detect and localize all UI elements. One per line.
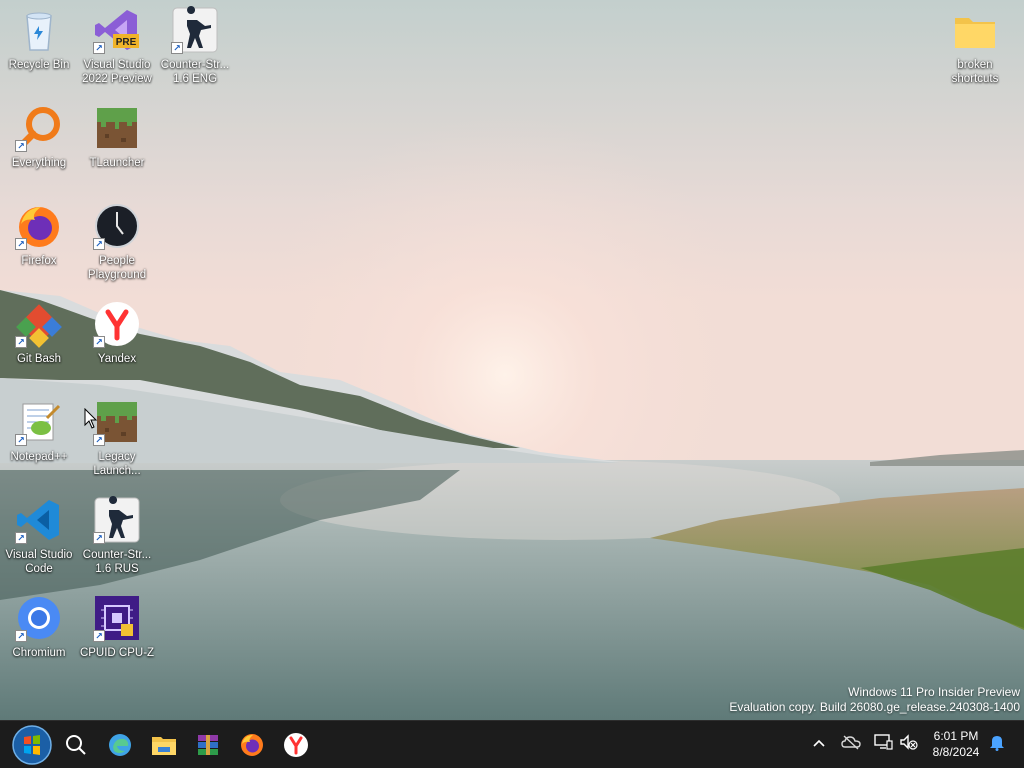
edge-browser-icon: [107, 732, 133, 758]
taskbar: 6:01 PM 8/8/2024: [0, 720, 1024, 768]
taskbar-clock[interactable]: 6:01 PM 8/8/2024: [922, 728, 990, 760]
icon-label: Firefox: [21, 255, 57, 267]
clock-date: 8/8/2024: [932, 745, 980, 759]
watermark-edition: Windows 11 Pro Insider Preview: [848, 685, 1020, 699]
search-icon: [64, 733, 88, 757]
icon-label: Yandex: [97, 353, 137, 365]
yandex-browser-icon: [283, 732, 309, 758]
desktop-icon-firefox[interactable]: ↗ Firefox: [0, 198, 78, 294]
desktop-icon-visual-studio-2022-preview[interactable]: PRE ↗ Visual Studio 2022 Preview: [78, 2, 156, 98]
desktop-icon-everything[interactable]: ↗ Everything: [0, 100, 78, 196]
winrar-icon: [196, 733, 220, 757]
notepad-plus-plus-icon: ↗: [15, 398, 63, 446]
icon-label: Visual Studio Code: [5, 549, 73, 575]
icon-label: Everything: [11, 157, 67, 169]
desktop-icon-people-playground[interactable]: ↗ People Playground: [78, 198, 156, 294]
firefox-icon: [239, 732, 265, 758]
shortcut-arrow-icon: ↗: [93, 336, 105, 348]
volume-tray-button[interactable]: [898, 733, 920, 755]
counter-strike-icon: ↗: [171, 6, 219, 54]
onedrive-tray-button[interactable]: [840, 733, 862, 755]
shortcut-arrow-icon: ↗: [171, 42, 183, 54]
git-bash-icon: ↗: [15, 300, 63, 348]
shortcut-arrow-icon: ↗: [15, 140, 27, 152]
network-icon: [873, 733, 893, 756]
desktop-icon-notepad-plus-plus[interactable]: ↗ Notepad++: [0, 394, 78, 490]
yandex-browser-icon: ↗: [93, 300, 141, 348]
taskbar-yandex-button[interactable]: [276, 725, 316, 765]
desktop-icon-cpu-z[interactable]: ↗ CPUID CPU-Z: [78, 590, 156, 686]
svg-text:PRE: PRE: [116, 37, 137, 48]
notification-center-button[interactable]: [986, 733, 1008, 755]
start-button[interactable]: [12, 725, 52, 765]
taskbar-winrar-button[interactable]: [188, 725, 228, 765]
shortcut-arrow-icon: ↗: [93, 238, 105, 250]
people-playground-icon: ↗: [93, 202, 141, 250]
volume-muted-icon: [899, 733, 919, 756]
shortcut-arrow-icon: ↗: [93, 532, 105, 544]
counter-strike-icon: ↗: [93, 496, 141, 544]
icon-label: Git Bash: [16, 353, 62, 365]
onedrive-offline-icon: [841, 734, 861, 755]
show-hidden-icons-button[interactable]: [808, 733, 830, 755]
icon-label: Counter-Str... 1.6 RUS: [82, 549, 152, 575]
taskbar-search-button[interactable]: [56, 725, 96, 765]
desktop-icon-counter-strike-eng[interactable]: ↗ Counter-Str... 1.6 ENG: [156, 2, 234, 98]
file-explorer-icon: [151, 733, 177, 757]
chevron-up-icon: [812, 735, 826, 753]
folder-icon: [951, 6, 999, 54]
icon-label: Legacy Launch...: [93, 451, 141, 477]
vscode-icon: ↗: [15, 496, 63, 544]
visual-studio-preview-icon: PRE ↗: [93, 6, 141, 54]
chromium-icon: ↗: [15, 594, 63, 642]
shortcut-arrow-icon: ↗: [15, 630, 27, 642]
desktop-icon-broken-shortcuts-folder[interactable]: broken shortcuts: [936, 2, 1014, 98]
shortcut-arrow-icon: ↗: [15, 532, 27, 544]
shortcut-arrow-icon: ↗: [93, 434, 105, 446]
network-tray-button[interactable]: [872, 733, 894, 755]
icon-label: Recycle Bin: [8, 59, 70, 71]
mouse-cursor-icon: [84, 407, 98, 435]
notification-bell-icon: [989, 733, 1005, 756]
minecraft-grass-block-icon: [93, 104, 141, 152]
icon-label: Visual Studio 2022 Preview: [82, 59, 152, 85]
desktop-icon-vscode[interactable]: ↗ Visual Studio Code: [0, 492, 78, 588]
windows-7-start-orb-icon: [12, 725, 52, 765]
taskbar-firefox-button[interactable]: [232, 725, 272, 765]
watermark-build: Evaluation copy. Build 26080.ge_release.…: [729, 700, 1020, 714]
clock-time: 6:01 PM: [933, 729, 979, 743]
minecraft-grass-block-icon: ↗: [93, 398, 141, 446]
desktop-icon-git-bash[interactable]: ↗ Git Bash: [0, 296, 78, 392]
shortcut-arrow-icon: ↗: [93, 630, 105, 642]
everything-search-icon: ↗: [15, 104, 63, 152]
shortcut-arrow-icon: ↗: [15, 238, 27, 250]
desktop-icon-tlauncher[interactable]: TLauncher: [78, 100, 156, 196]
icon-label: TLauncher: [89, 157, 145, 169]
icon-label: Counter-Str... 1.6 ENG: [160, 59, 230, 85]
shortcut-arrow-icon: ↗: [15, 434, 27, 446]
icon-label: broken shortcuts: [951, 59, 999, 85]
icon-label: Chromium: [12, 647, 66, 659]
desktop-icon-counter-strike-rus[interactable]: ↗ Counter-Str... 1.6 RUS: [78, 492, 156, 588]
taskbar-edge-button[interactable]: [100, 725, 140, 765]
desktop-icon-recycle-bin[interactable]: Recycle Bin: [0, 2, 78, 98]
windows-watermark: Windows 11 Pro Insider Preview Evaluatio…: [729, 685, 1020, 715]
desktop-icon-chromium[interactable]: ↗ Chromium: [0, 590, 78, 686]
shortcut-arrow-icon: ↗: [15, 336, 27, 348]
firefox-icon: ↗: [15, 202, 63, 250]
cpu-z-icon: ↗: [93, 594, 141, 642]
desktop-icon-yandex[interactable]: ↗ Yandex: [78, 296, 156, 392]
icon-label: Notepad++: [10, 451, 68, 463]
icon-label: CPUID CPU-Z: [79, 647, 155, 659]
taskbar-file-explorer-button[interactable]: [144, 725, 184, 765]
recycle-bin-icon: [15, 6, 63, 54]
shortcut-arrow-icon: ↗: [93, 42, 105, 54]
icon-label: People Playground: [87, 255, 147, 281]
